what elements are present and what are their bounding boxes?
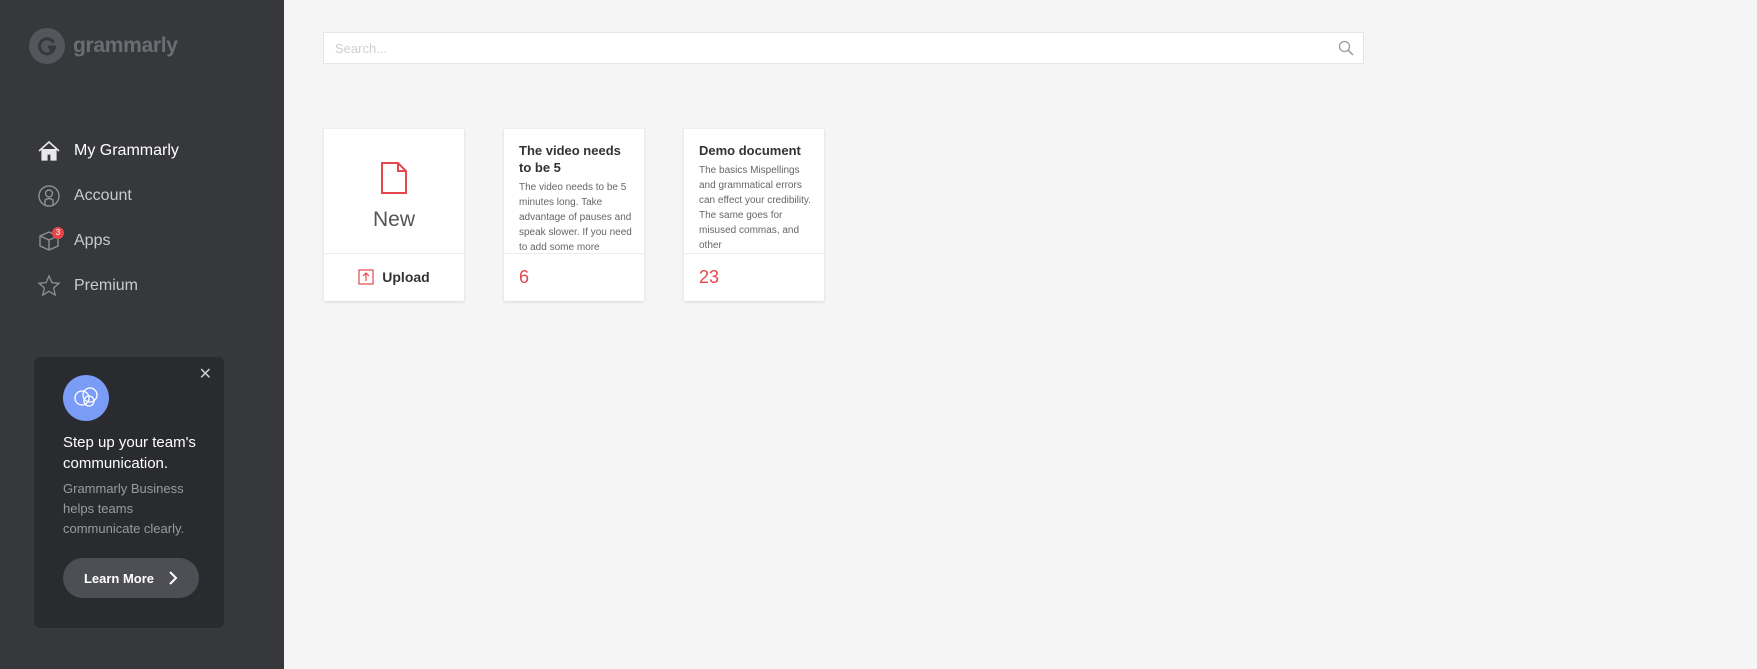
promo-card: ✕ Step up your team's communication. Gra… (34, 357, 224, 628)
promo-title: Step up your team's communication. (63, 434, 196, 472)
sidebar-item-my-grammarly[interactable]: My Grammarly (36, 128, 179, 173)
grammarly-logo-icon (29, 28, 65, 64)
upload-button[interactable]: Upload (324, 254, 464, 300)
document-excerpt: The basics Mispellings and grammatical e… (699, 165, 811, 251)
document-preview: Demo document The basics Mispellings and… (684, 129, 824, 254)
upload-icon (358, 269, 374, 285)
brand-name: grammarly (73, 34, 178, 57)
document-title: The video needs to be 5 (519, 143, 621, 175)
home-icon (36, 138, 62, 164)
document-title: Demo document (699, 143, 801, 158)
learn-more-label: Learn More (83, 570, 155, 586)
document-card[interactable]: The video needs to be 5 The video needs … (504, 129, 644, 301)
search-icon[interactable] (1329, 40, 1363, 56)
grammarly-logo[interactable]: grammarly (29, 28, 178, 64)
team-icon (63, 375, 109, 421)
sidebar-item-premium[interactable]: Premium (36, 263, 179, 308)
document-card[interactable]: Demo document The basics Mispellings and… (684, 129, 824, 301)
issue-count: 6 (519, 266, 530, 287)
upload-label: Upload (382, 269, 430, 285)
learn-more-button[interactable]: Learn More (63, 558, 199, 598)
sidebar-item-account[interactable]: Account (36, 173, 179, 218)
chevron-right-icon (169, 571, 178, 585)
sidebar-item-label: My Grammarly (74, 141, 179, 159)
issue-count: 23 (699, 266, 720, 287)
sidebar-item-label: Account (74, 186, 132, 204)
document-preview: The video needs to be 5 The video needs … (504, 129, 644, 254)
document-excerpt: The video needs to be 5 minutes long. Ta… (519, 182, 632, 253)
sidebar-item-label: Apps (74, 231, 111, 249)
new-document-icon (381, 162, 407, 194)
sidebar-item-apps[interactable]: 3 Apps (36, 218, 179, 263)
document-footer: 23 (684, 254, 824, 300)
new-document-label: New (372, 208, 415, 231)
apps-icon: 3 (36, 226, 64, 254)
sidebar-item-label: Premium (74, 276, 139, 294)
account-icon (36, 183, 62, 209)
apps-badge: 3 (52, 226, 64, 239)
promo-description: Grammarly Business helps teams communica… (63, 481, 185, 536)
document-footer: 6 (504, 254, 644, 300)
close-icon[interactable]: ✕ (199, 367, 212, 383)
star-icon (36, 273, 62, 299)
sidebar-nav: My Grammarly Account 3 Apps Premium (36, 128, 179, 308)
search-bar (323, 32, 1364, 64)
search-input[interactable] (324, 33, 1329, 63)
new-document-button[interactable]: New (324, 129, 464, 254)
sidebar: grammarly My Grammarly Account 3 Apps Pr… (0, 0, 284, 669)
new-document-card: New Upload (324, 129, 464, 301)
